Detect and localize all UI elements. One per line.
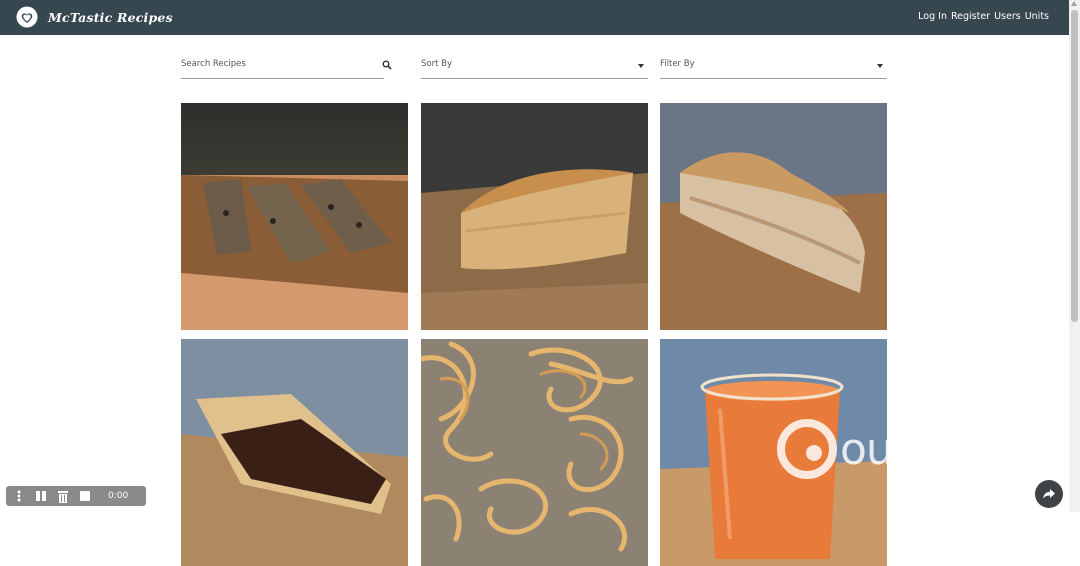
caret-down-icon [638,64,644,68]
recording-timer: 0:00 [108,491,129,501]
brand-name: McTastic Recipes [48,9,173,25]
heart-logo-icon [16,6,38,28]
scrollbar-thumb[interactable] [1071,10,1078,322]
recording-toolbar: 0:00 [6,486,146,506]
filter-label: Filter By [660,59,695,69]
nav-links: Log In Register Users Units [918,11,1049,22]
share-button[interactable] [1035,480,1063,508]
outklip-watermark: outklip [776,418,984,480]
nav-login-link[interactable]: Log In [918,11,947,22]
page-scrollbar[interactable] [1069,0,1080,512]
recipe-card[interactable] [421,339,648,566]
apple-cake-photo [421,103,648,330]
chocolate-tart-photo [181,339,408,566]
fresh-pasta-photo [421,339,648,566]
top-navbar: McTastic Recipes Log In Register Users U… [0,0,1069,35]
filter-select[interactable]: Filter By [660,56,887,79]
recipe-card[interactable] [660,103,887,330]
brand[interactable]: McTastic Recipes [16,5,173,29]
stop-button[interactable] [76,488,94,504]
delete-button[interactable] [54,488,72,504]
recipe-card[interactable] [181,339,408,566]
outklip-logo-icon [777,419,837,479]
recipe-card[interactable] [421,103,648,330]
sort-label: Sort By [421,59,452,69]
share-arrow-icon [1043,489,1055,499]
nav-register-link[interactable]: Register [951,11,990,22]
nav-users-link[interactable]: Users [994,11,1021,22]
vertical-dots-icon [17,490,21,502]
scroll-up-arrow-icon[interactable] [1071,1,1077,6]
search-input[interactable]: Search Recipes [181,56,392,79]
search-label: Search Recipes [181,59,246,69]
recipe-card[interactable] [181,103,408,330]
watermark-text: outklip [840,423,984,475]
caret-down-icon [877,64,883,68]
trash-icon [58,490,68,503]
stop-icon [80,491,90,501]
pause-button[interactable] [32,488,50,504]
granola-bars-photo [181,103,408,330]
pause-icon [36,491,46,501]
search-icon[interactable] [382,60,392,70]
sort-select[interactable]: Sort By [421,56,648,79]
more-options-button[interactable] [10,488,28,504]
nav-units-link[interactable]: Units [1025,11,1049,22]
apple-pie-photo [660,103,887,330]
